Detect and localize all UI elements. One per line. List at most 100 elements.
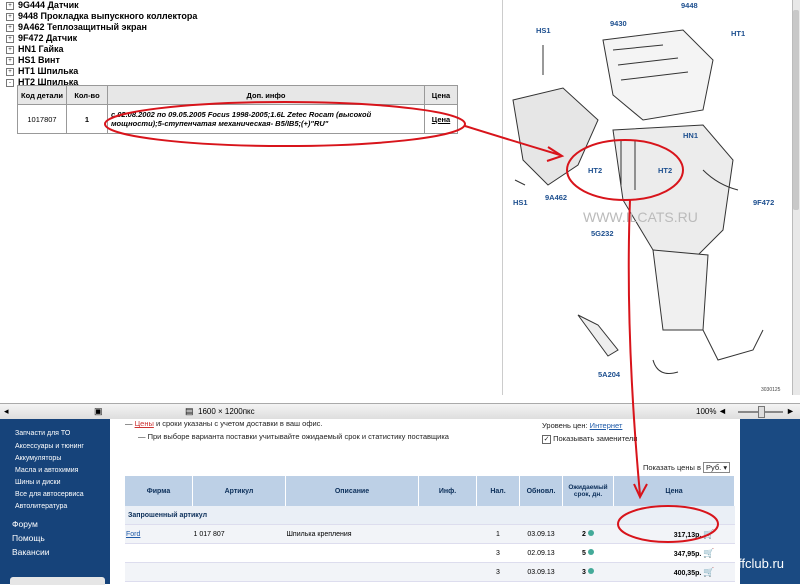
col-code: Код детали	[17, 85, 67, 105]
expand-icon[interactable]: +	[6, 56, 14, 65]
sidebar-link-forum[interactable]: Форум	[12, 519, 38, 529]
info-cell	[418, 524, 477, 544]
expand-icon[interactable]: +	[6, 12, 14, 21]
resize-icon[interactable]: ▣	[94, 406, 103, 417]
group-row: Запрошенный артикул	[125, 506, 735, 525]
col-price[interactable]: Цена	[613, 476, 735, 506]
image-dimensions: 1600 × 1200пкс	[198, 407, 255, 416]
col-updated[interactable]: Обновл.	[519, 476, 563, 506]
label-5g232: 5G232	[591, 229, 614, 238]
info-cell	[418, 562, 477, 582]
expand-icon[interactable]: +	[6, 1, 14, 10]
label-hs1-top: HS1	[536, 26, 551, 35]
tree-item[interactable]: +9F472 Датчик	[6, 33, 486, 44]
sidebar-item[interactable]: Шины и диски	[15, 479, 61, 486]
tree-item[interactable]: + HN1 Гайка	[6, 44, 486, 55]
manifold-gasket-shape	[602, 29, 714, 121]
sidebar-link-vacancies[interactable]: Вакансии	[12, 547, 49, 557]
bracket-shape	[577, 314, 619, 357]
scroll-left-icon[interactable]: ◂	[4, 406, 9, 417]
sidebar-item[interactable]: Все для автосервиса	[15, 491, 84, 498]
currency-select[interactable]: Руб. ▾	[703, 462, 731, 473]
price-value: 347,95р.	[673, 550, 702, 558]
zoom-out-icon[interactable]: ◄	[718, 406, 727, 416]
tree-item[interactable]: +9A462 Теплозащитный экран	[6, 22, 486, 33]
cart-icon[interactable]: 🛒	[703, 548, 714, 558]
tree-item-label: 9448 Прокладка выпускного коллектора	[18, 11, 198, 21]
label-9a462: 9A462	[545, 193, 567, 202]
col-price: Цена	[424, 85, 458, 105]
col-firm[interactable]: Фирма	[125, 476, 193, 506]
replacements-option[interactable]: ✓ Показывать заменители	[542, 434, 637, 444]
cart-icon[interactable]: 🛒	[703, 567, 714, 577]
firm-cell	[125, 543, 193, 563]
search-results-page: — Цены и сроки указаны с учетом доставки…	[110, 419, 740, 584]
expand-icon[interactable]: +	[6, 23, 14, 32]
downpipe-shape	[663, 329, 764, 361]
note-prefix: —	[125, 419, 135, 428]
stock-cell: 3	[476, 562, 520, 582]
label-hs1-bottom: HS1	[513, 198, 528, 207]
tree-item[interactable]: +9448 Прокладка выпускного коллектора	[6, 11, 486, 22]
info-cell	[418, 543, 477, 563]
term-cell: 5	[562, 543, 614, 563]
tree-item[interactable]: + HS1 Винт	[6, 55, 486, 66]
col-term[interactable]: Ожидаемый срок, дн.	[562, 476, 614, 506]
sidebar-item[interactable]: Автолитература	[15, 503, 67, 510]
price-link[interactable]: Цена	[432, 115, 450, 124]
term-value: 5	[582, 550, 586, 557]
description-cell: Шпилька крепления	[285, 524, 419, 544]
zoom-slider-thumb[interactable]	[758, 406, 765, 418]
article-cell: 1 017 807	[192, 524, 286, 544]
term-cell: 2	[562, 524, 614, 544]
sidebar-link-help[interactable]: Помощь	[12, 533, 45, 543]
table-row: 3 02.09.13 5 347,95р. 🛒	[125, 543, 735, 563]
updated-cell: 03.09.13	[519, 524, 563, 544]
results-header: Фирма Артикул Описание Инф. Нал. Обновл.…	[125, 476, 735, 506]
tree-item[interactable]: +9G444 Датчик	[6, 0, 486, 11]
zoom-in-icon[interactable]: ►	[786, 406, 795, 416]
label-9f472: 9F472	[753, 198, 774, 207]
group-label: Запрошенный артикул	[125, 506, 735, 525]
sidebar-item[interactable]: Масла и автохимия	[15, 467, 78, 474]
tree-item[interactable]: + HT1 Шпилька	[6, 66, 486, 77]
firm-link[interactable]: Ford	[126, 531, 140, 538]
sidebar-item[interactable]: Запчасти для ТО	[15, 430, 70, 437]
diagram-watermark: WWW.ILCATS.RU	[583, 209, 698, 225]
expand-icon[interactable]: +	[6, 45, 14, 54]
sidebar-item[interactable]: Аксессуары и тюнинг	[15, 443, 84, 450]
part-info: с 02.08.2002 по 09.05.2005 Focus 1998-20…	[107, 104, 425, 134]
price-cell: 317,13р. 🛒	[613, 524, 735, 544]
label-9448: 9448	[681, 1, 698, 10]
price-level-link[interactable]: Интернет	[590, 421, 623, 430]
sidebar-item[interactable]: Аккумуляторы	[15, 455, 61, 462]
currency-label: Показать цены в	[643, 463, 701, 472]
label-ht2-left: HT2	[588, 166, 602, 175]
note-text: и сроки указаны с учетом доставки в ваш …	[153, 419, 323, 428]
diagram-scrollbar-thumb[interactable]	[793, 10, 799, 210]
expand-icon[interactable]: +	[6, 34, 14, 43]
diagram-svg: HS1 9430 9448 HT1 HN1 HT2 HT2 HS1 9A462 …	[512, 1, 781, 393]
figure-code: 3030125	[761, 387, 781, 393]
price-cell: 400,35р. 🛒	[613, 562, 735, 582]
cart-icon[interactable]: 🛒	[703, 529, 714, 539]
col-description[interactable]: Описание	[285, 476, 419, 506]
updated-cell: 03.09.13	[519, 562, 563, 582]
expand-icon[interactable]: +	[6, 67, 14, 76]
note-line-2: — При выборе варианта поставки учитывайт…	[138, 432, 449, 441]
checkbox-icon[interactable]: ✓	[542, 434, 551, 444]
description-cell	[285, 543, 419, 563]
col-article[interactable]: Артикул	[192, 476, 286, 506]
description-cell	[285, 562, 419, 582]
price-value: 400,35р.	[673, 569, 702, 577]
dimensions-icon: ▤	[185, 406, 194, 416]
price-value: 317,13р.	[673, 531, 702, 539]
tree-item-label: 9G444 Датчик	[18, 0, 79, 10]
stock-cell: 3	[476, 543, 520, 563]
chevron-down-icon: ▾	[723, 463, 728, 472]
collapse-icon[interactable]: -	[6, 78, 14, 87]
part-details-table: Код детали Кол-во Доп. инфо Цена 1017807…	[17, 85, 458, 134]
col-info: Инф.	[418, 476, 477, 506]
prices-link[interactable]: Цены	[135, 419, 154, 428]
col-stock[interactable]: Нал.	[476, 476, 520, 506]
